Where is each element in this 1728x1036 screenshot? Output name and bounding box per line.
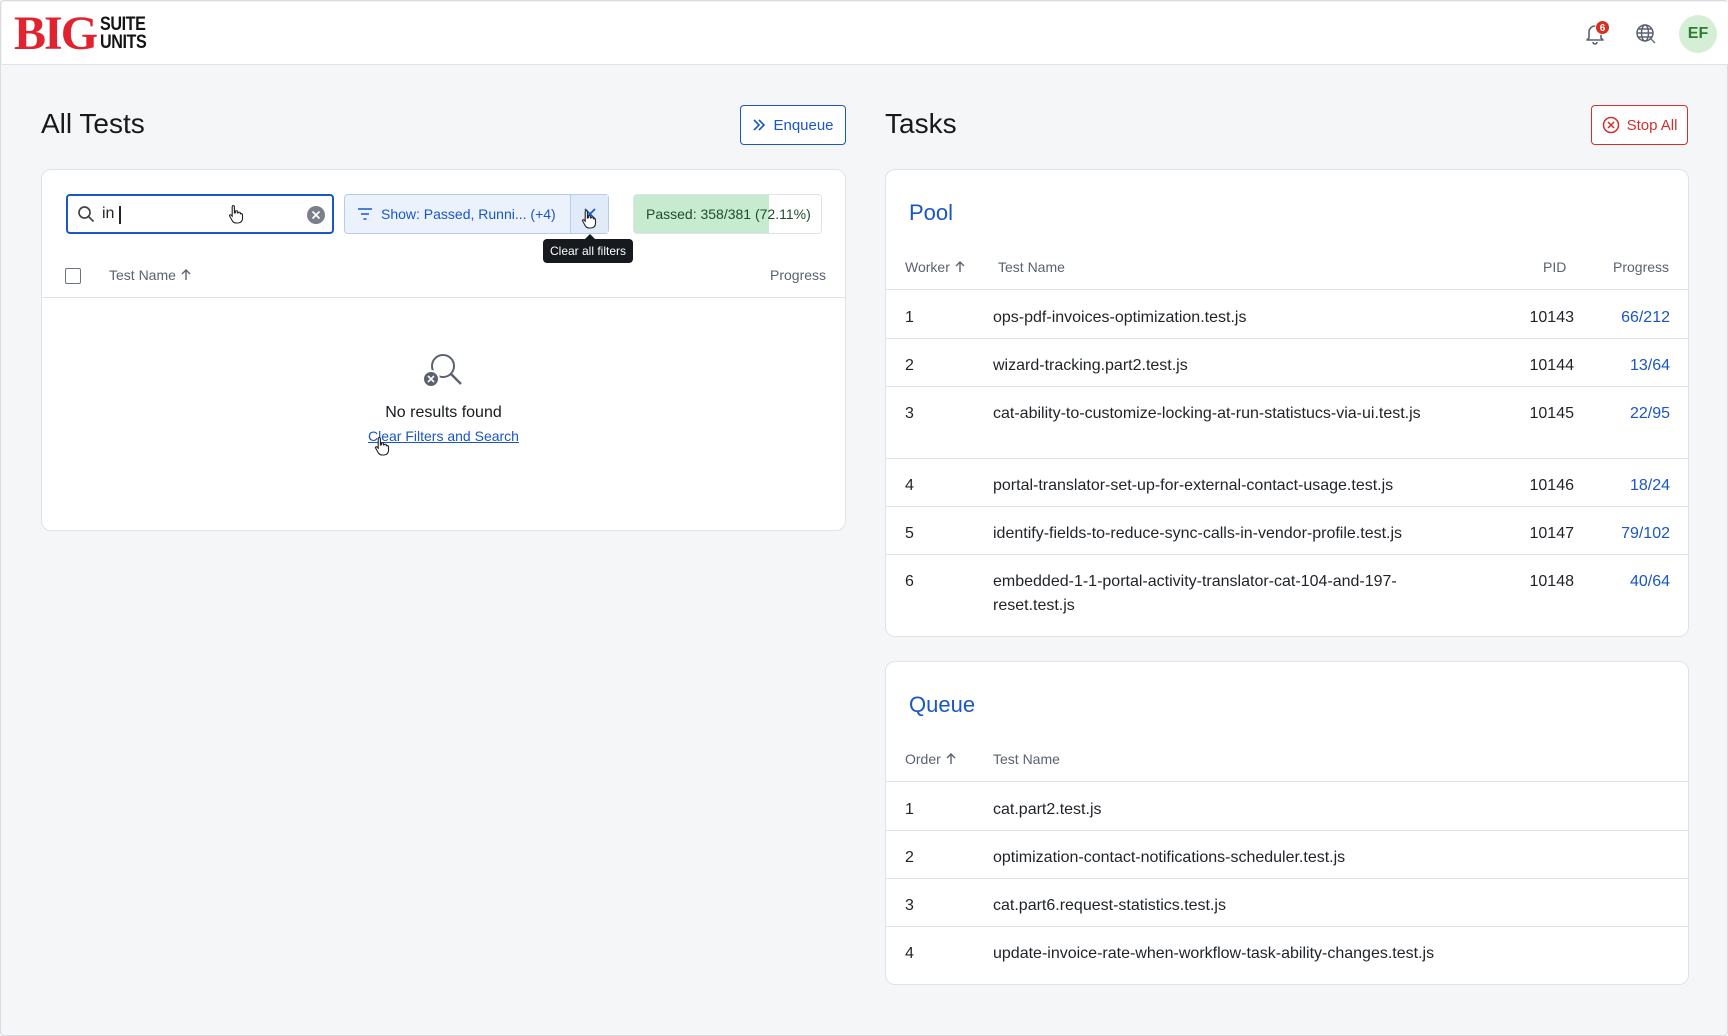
table-row[interactable]: 3 cat.part6.request-statistics.test.js	[886, 879, 1688, 927]
col-header-pid[interactable]: PID	[1543, 259, 1566, 275]
logo-line-2: UNITS	[100, 32, 147, 53]
cell-test-name: update-invoice-rate-when-workflow-task-a…	[993, 945, 1435, 962]
passed-progress-text: Passed: 358/381 (72.11%)	[646, 206, 811, 222]
cell-test-name: ops-pdf-invoices-optimization.test.js	[993, 309, 1247, 326]
double-chevron-right-icon	[753, 119, 766, 131]
cell-pid: 10146	[1529, 477, 1575, 494]
table-row[interactable]: 5 identify-fields-to-reduce-sync-calls-in…	[886, 507, 1688, 555]
filter-label: Show: Passed, Runni... (+4)	[381, 206, 556, 222]
table-row[interactable]: 4 update-invoice-rate-when-workflow-task-…	[886, 927, 1688, 975]
filter-icon	[358, 208, 372, 220]
cell-order: 3	[905, 897, 914, 914]
cell-order: 4	[905, 945, 914, 962]
close-x-icon	[583, 208, 596, 220]
enqueue-label: Enqueue	[773, 116, 834, 134]
cell-order: 2	[905, 849, 914, 866]
cell-test-name: identify-fields-to-reduce-sync-calls-in-…	[993, 525, 1403, 542]
stop-all-label: Stop All	[1626, 116, 1678, 134]
cell-progress-link[interactable]: 79/102	[1586, 522, 1670, 546]
top-header: BIG SUITE UNITS 6 EF	[2, 2, 1728, 65]
cell-pid: 10143	[1529, 309, 1575, 326]
search-field[interactable]	[66, 194, 334, 234]
cell-worker: 3	[905, 405, 914, 422]
col-header-worker[interactable]: Worker	[905, 259, 966, 275]
col-header-order-label: Order	[905, 751, 941, 767]
cell-test-name: embedded-1-1-portal-activity-translator-…	[993, 573, 1397, 614]
cell-progress-link[interactable]: 66/212	[1586, 306, 1670, 330]
cell-test-name: wizard-tracking.part2.test.js	[993, 357, 1188, 374]
cell-progress-link[interactable]: 40/64	[1586, 570, 1670, 594]
cell-order: 1	[905, 801, 914, 818]
cell-progress-link[interactable]: 13/64	[1586, 354, 1670, 378]
text-caret	[119, 206, 121, 224]
sort-arrow-up-icon	[955, 261, 965, 272]
cell-progress-link[interactable]: 22/95	[1586, 402, 1670, 426]
cell-worker: 4	[905, 477, 914, 494]
empty-state-title: No results found	[385, 404, 502, 421]
cell-test-name: cat-ability-to-customize-locking-at-run-…	[993, 405, 1421, 422]
cell-worker: 6	[905, 573, 914, 590]
cell-test-name: optimization-contact-notifications-sched…	[993, 849, 1346, 866]
cell-worker: 1	[905, 309, 914, 326]
queue-card: Queue Order Test Name 1 cat.part2.test.js…	[885, 661, 1689, 985]
cell-progress-link[interactable]: 18/24	[1586, 474, 1670, 498]
cell-test-name: portal-translator-set-up-for-external-co…	[993, 477, 1394, 494]
col-header-worker-label: Worker	[905, 259, 950, 275]
clear-circle-icon[interactable]	[306, 205, 326, 230]
globe-icon[interactable]	[1632, 20, 1660, 48]
clear-filters-button[interactable]	[570, 195, 608, 233]
col-header-test-name[interactable]: Test Name	[109, 267, 192, 283]
col-header-test-name[interactable]: Test Name	[993, 751, 1060, 767]
search-icon	[77, 205, 95, 228]
notification-badge: 6	[1595, 20, 1610, 35]
app-frame: BIG SUITE UNITS 6 EF All Tests Enqueue i…	[0, 0, 1728, 1036]
table-row[interactable]: 6 embedded-1-1-portal-activity-translator…	[886, 555, 1688, 627]
page-title-tasks: Tasks	[885, 108, 957, 139]
cell-pid: 10148	[1529, 573, 1575, 590]
page-title-all-tests: All Tests	[41, 108, 145, 139]
col-header-test-name-label: Test Name	[109, 267, 176, 283]
pool-card: Pool Worker Test Name PID Progress 1 ops-…	[885, 169, 1689, 637]
table-row[interactable]: 1 cat.part2.test.js	[886, 783, 1688, 831]
cell-worker: 5	[905, 525, 914, 542]
col-header-order[interactable]: Order	[905, 751, 957, 767]
table-row[interactable]: 2 wizard-tracking.part2.test.js 10144 13/64	[886, 339, 1688, 387]
queue-title: Queue	[909, 692, 976, 717]
stop-all-button[interactable]: Stop All	[1591, 105, 1688, 145]
filter-chip: Show: Passed, Runni... (+4)	[344, 194, 609, 234]
cell-worker: 2	[905, 357, 914, 374]
cell-pid: 10144	[1529, 357, 1575, 374]
logo-big-text: BIG	[14, 7, 98, 60]
table-row[interactable]: 1 ops-pdf-invoices-optimization.test.js 10…	[886, 291, 1688, 339]
enqueue-button[interactable]: Enqueue	[740, 105, 846, 145]
cell-test-name: cat.part2.test.js	[993, 801, 1102, 818]
table-row[interactable]: 3 cat-ability-to-customize-locking-at-run…	[886, 387, 1688, 459]
sort-arrow-up-icon	[181, 269, 191, 280]
logo-subtext: SUITE UNITS	[100, 15, 147, 53]
cell-pid: 10145	[1529, 405, 1575, 422]
select-all-checkbox[interactable]	[65, 268, 81, 284]
all-tests-card: Show: Passed, Runni... (+4) Clear all fi…	[41, 169, 846, 531]
col-header-progress[interactable]: Progress	[770, 267, 826, 283]
queue-table-header: Order Test Name	[886, 738, 1688, 782]
search-off-icon	[421, 350, 463, 397]
table-row[interactable]: 4 portal-translator-set-up-for-external-c…	[886, 459, 1688, 507]
col-header-test-name[interactable]: Test Name	[998, 259, 1065, 275]
empty-state-link-wrap: Clear Filters and Search	[42, 428, 845, 444]
col-header-progress[interactable]: Progress	[1613, 259, 1669, 275]
table-row[interactable]: 2 optimization-contact-notifications-sche…	[886, 831, 1688, 879]
cell-pid: 10147	[1529, 525, 1575, 542]
pool-title: Pool	[909, 200, 954, 225]
clear-filters-and-search-link[interactable]: Clear Filters and Search	[368, 428, 519, 444]
sort-arrow-up-icon	[946, 753, 956, 764]
app-logo[interactable]: BIG SUITE UNITS	[14, 7, 155, 60]
filter-dropdown-button[interactable]: Show: Passed, Runni... (+4)	[345, 195, 570, 233]
pool-table-header: Worker Test Name PID Progress	[886, 246, 1688, 290]
cell-test-name: cat.part6.request-statistics.test.js	[993, 897, 1226, 914]
search-input[interactable]	[102, 203, 292, 225]
passed-progress-bar: Passed: 358/381 (72.11%)	[633, 194, 822, 234]
tests-table-header: Test Name Progress	[42, 254, 845, 298]
avatar[interactable]: EF	[1679, 15, 1717, 53]
stop-circle-icon	[1602, 116, 1619, 134]
